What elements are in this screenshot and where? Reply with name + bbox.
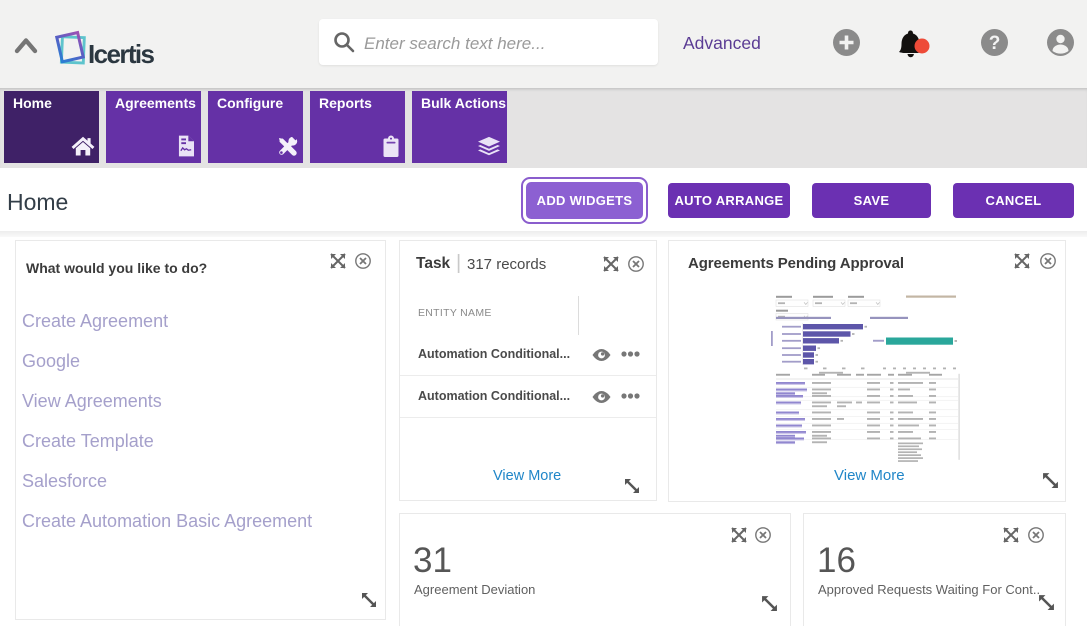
svg-text:?: ? <box>989 33 1001 54</box>
